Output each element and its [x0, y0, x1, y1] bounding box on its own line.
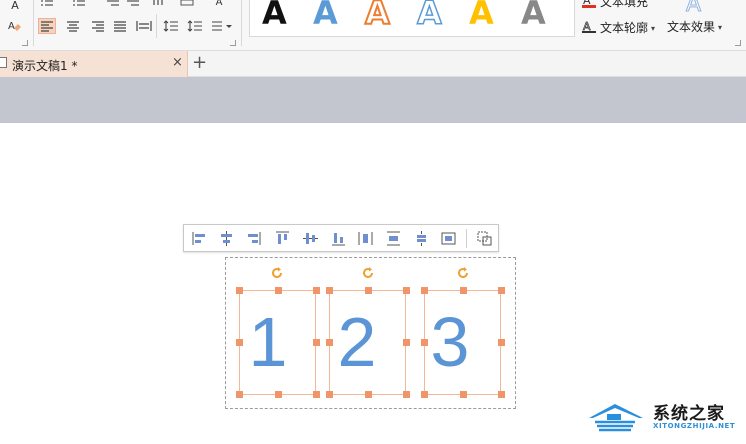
text-effect-label: 文本效果 [667, 20, 716, 34]
resize-handle[interactable] [313, 391, 320, 398]
rotate-handle-icon[interactable] [456, 266, 470, 280]
align-middle-icon[interactable] [302, 230, 319, 247]
document-tab-bar: 演示文稿1 * × + [0, 51, 746, 77]
resize-handle[interactable] [365, 391, 372, 398]
text-align-dropdown-icon[interactable] [210, 18, 234, 34]
text-effect-caret: ▾ [718, 23, 723, 32]
resize-handle[interactable] [403, 339, 410, 346]
presentation-file-icon [0, 57, 7, 68]
resize-handle[interactable] [498, 391, 505, 398]
resize-handle[interactable] [236, 391, 243, 398]
align-center-button[interactable] [64, 18, 82, 34]
columns-icon[interactable] [150, 0, 168, 10]
watermark-name: 系统之家 [653, 404, 725, 424]
align-right-icon[interactable] [245, 230, 262, 247]
bullet-list-icon[interactable] [38, 0, 56, 10]
align-right-button[interactable] [89, 18, 107, 34]
resize-handle[interactable] [275, 391, 282, 398]
numbered-list-icon[interactable] [70, 0, 88, 10]
align-bottom-icon[interactable] [330, 230, 347, 247]
wordart-style-gallery[interactable]: A A A A A A ▾ [249, 0, 575, 37]
clear-format-icon[interactable]: A [6, 18, 24, 34]
distribute-button[interactable] [135, 18, 153, 34]
resize-handle[interactable] [403, 287, 410, 294]
workspace-band [0, 77, 746, 123]
wordart-group-launcher-icon[interactable] [735, 40, 741, 46]
font-group-launcher-icon[interactable] [22, 40, 28, 46]
resize-handle[interactable] [498, 287, 505, 294]
text-outline-caret: ▾ [651, 24, 656, 33]
resize-handle[interactable] [421, 391, 428, 398]
rotate-handle-icon[interactable] [270, 266, 284, 280]
wordart-style-black[interactable]: A [262, 0, 287, 30]
text-outline-label: 文本轮廓 [600, 21, 649, 35]
resize-handle[interactable] [313, 287, 320, 294]
text-effect-icon: A [685, 0, 702, 18]
distribute-vertical-icon[interactable] [385, 230, 402, 247]
digit-text-1[interactable]: 1 [239, 292, 297, 392]
resize-handle[interactable] [236, 339, 243, 346]
wordart-style-blue-outline[interactable]: A [416, 0, 442, 31]
digit-text-2[interactable]: 2 [328, 292, 386, 392]
group-objects-icon[interactable] [476, 230, 493, 247]
new-tab-icon[interactable]: + [192, 53, 207, 73]
line-spacing-icon[interactable] [162, 18, 180, 34]
font-a-glyph: A [215, 0, 223, 8]
equal-spacing-icon[interactable] [413, 230, 430, 247]
divider [33, 0, 34, 46]
align-center-horizontal-icon[interactable] [218, 230, 235, 247]
watermark-logo: 系统之家 XITONGZHIJIA.NET [585, 394, 746, 444]
divider [241, 0, 242, 46]
wordart-style-gold[interactable]: A [469, 0, 494, 30]
wordart-style-gray[interactable]: A [521, 0, 546, 30]
font-a-glyph: A [11, 0, 19, 12]
resize-handle[interactable] [326, 287, 333, 294]
align-left-icon[interactable] [191, 230, 208, 247]
align-top-icon[interactable] [274, 230, 291, 247]
resize-handle[interactable] [421, 287, 428, 294]
text-size-icon[interactable]: A [210, 0, 228, 10]
resize-handle[interactable] [326, 391, 333, 398]
document-tab-title: 演示文稿1 * [12, 59, 78, 73]
paragraph-spacing-icon[interactable] [186, 18, 204, 34]
distribute-horizontal-icon[interactable] [357, 230, 374, 247]
document-tab[interactable]: 演示文稿1 * × [0, 51, 188, 77]
resize-handle[interactable] [313, 339, 320, 346]
increase-indent-icon[interactable] [124, 0, 142, 10]
close-tab-icon[interactable]: × [172, 55, 183, 70]
wordart-style-blue[interactable]: A [313, 0, 338, 30]
resize-handle[interactable] [498, 339, 505, 346]
font-size-icon[interactable]: A [6, 0, 24, 13]
resize-handle[interactable] [403, 391, 410, 398]
text-fill-icon: A [582, 0, 596, 11]
resize-handle[interactable] [460, 287, 467, 294]
text-fill-button[interactable]: A 文本填充 [582, 0, 648, 11]
resize-handle[interactable] [236, 287, 243, 294]
resize-handle[interactable] [421, 339, 428, 346]
rotate-handle-icon[interactable] [361, 266, 375, 280]
text-effect-button[interactable]: 文本效果 ▾ [667, 20, 722, 35]
ribbon: A A A A A A A A A A 文本填充 A 文本轮廓 ▾ 文本效果 ▾… [0, 0, 746, 51]
resize-handle[interactable] [275, 287, 282, 294]
resize-handle[interactable] [365, 287, 372, 294]
decrease-indent-icon[interactable] [104, 0, 122, 10]
text-outline-icon: A [582, 20, 596, 37]
paragraph-group-launcher-icon[interactable] [230, 40, 236, 46]
divider [156, 14, 157, 38]
digit-text-3[interactable]: 3 [421, 292, 479, 392]
wordart-style-orange-outline[interactable]: A [364, 0, 391, 31]
divider [466, 229, 467, 248]
text-outline-button[interactable]: A 文本轮廓 ▾ [582, 20, 655, 37]
text-fill-label: 文本填充 [600, 0, 649, 9]
watermark-url: XITONGZHIJIA.NET [653, 422, 736, 430]
resize-handle[interactable] [460, 391, 467, 398]
text-direction-icon[interactable] [178, 0, 196, 10]
house-logo-icon [589, 404, 643, 432]
object-align-toolbar [183, 224, 499, 252]
align-left-button[interactable] [38, 18, 56, 34]
same-size-icon[interactable] [440, 230, 457, 247]
justify-button[interactable] [111, 18, 129, 34]
svg-text:A: A [8, 21, 15, 32]
resize-handle[interactable] [326, 339, 333, 346]
